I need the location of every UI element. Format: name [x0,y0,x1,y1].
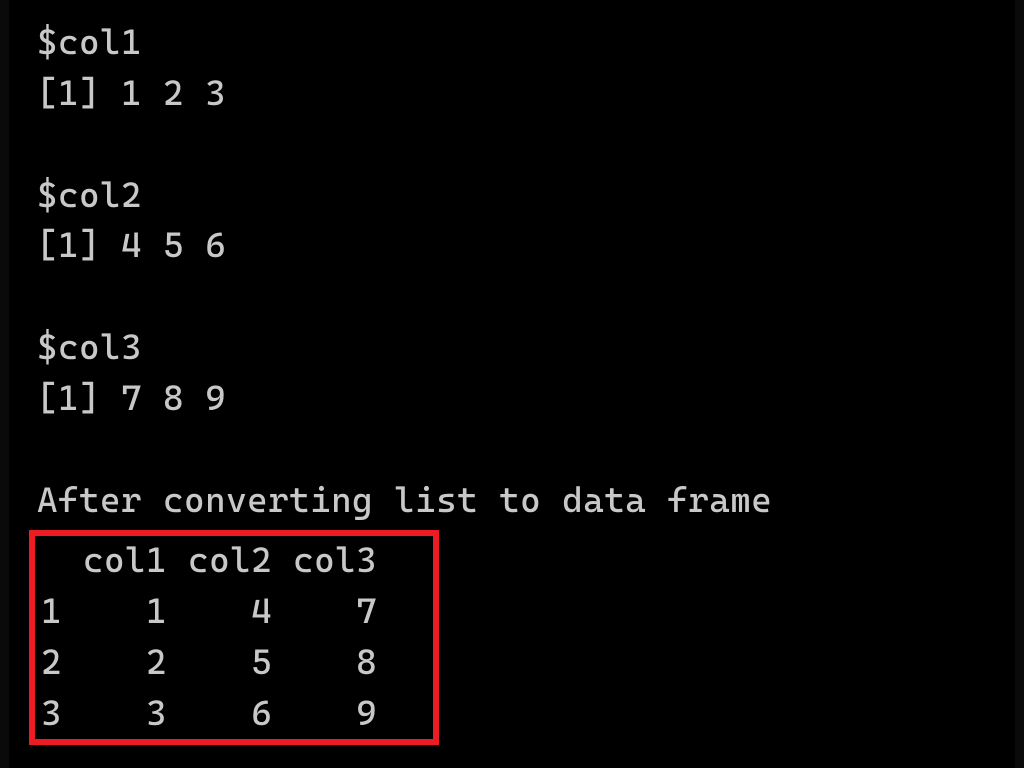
dataframe-row-3: 3 3 6 9 [41,689,427,740]
col3-values: [1] 7 8 9 [37,374,987,425]
dataframe-header: col1 col2 col3 [41,536,427,587]
dataframe-row-1: 1 1 4 7 [41,587,427,638]
col1-name: $col1 [37,18,987,69]
col2-name: $col2 [37,171,987,222]
blank-line [37,272,987,323]
col1-values: [1] 1 2 3 [37,69,987,120]
dataframe-row-2: 2 2 5 8 [41,638,427,689]
blank-line [37,120,987,171]
conversion-message: After converting list to data frame [37,476,987,527]
col3-name: $col3 [37,323,987,374]
dataframe-highlight-box: col1 col2 col3 1 1 4 7 2 2 5 8 3 3 6 9 [29,530,439,745]
terminal-output: $col1 [1] 1 2 3 $col2 [1] 4 5 6 $col3 [1… [9,0,1015,768]
col2-values: [1] 4 5 6 [37,221,987,272]
blank-line [37,425,987,476]
